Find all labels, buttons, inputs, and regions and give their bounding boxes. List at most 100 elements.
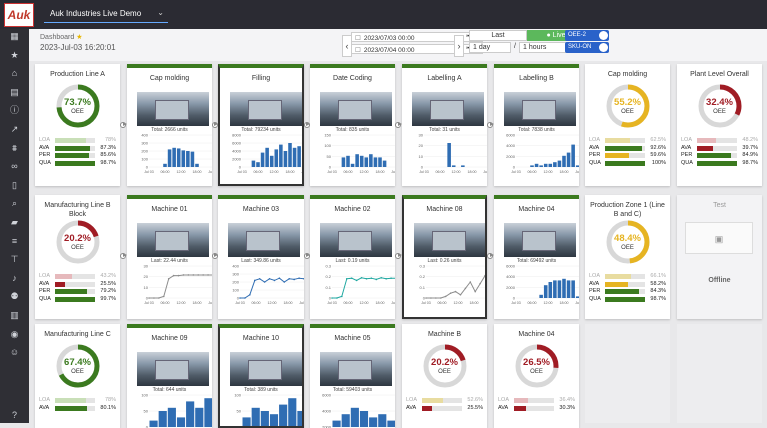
period-days-field[interactable]: 1 day (469, 42, 511, 53)
data-point (207, 274, 209, 276)
network-icon[interactable]: ⊤ (9, 254, 20, 265)
folder-icon[interactable]: ▰ (9, 217, 20, 228)
card-production-line-a[interactable]: Production Line A73.7%OEELOA78%AVA87.3%P… (35, 64, 120, 186)
card-manufacturing-line-b[interactable]: Manufacturing Line B Block20.2%OEELOA43.… (35, 195, 120, 319)
data-point (361, 277, 363, 279)
search-icon[interactable]: ⌕ (9, 198, 20, 209)
next-range-button[interactable]: › (454, 35, 464, 57)
y-tick-label: 4000 (322, 409, 332, 414)
bar (571, 280, 575, 298)
metric-row-per: PER59.6% (589, 152, 666, 159)
data-point (173, 275, 175, 277)
metric-value: 30.3% (553, 405, 575, 412)
x-tick-label: 18:00 (284, 301, 293, 305)
card-filling[interactable]: FillingTotal: 79234 units800060004000200… (218, 64, 304, 186)
machine-photo (228, 223, 300, 257)
x-tick-label: 18:00 (376, 170, 385, 174)
machine-body (522, 231, 556, 251)
bell-icon[interactable]: ♪ (9, 273, 20, 284)
y-tick-label: 10 (419, 154, 424, 159)
data-point (259, 278, 261, 280)
metric-fill (605, 146, 642, 151)
tenant-selector[interactable]: Auk Industries Live Demo⌄ (44, 5, 168, 23)
metric-key: LOA (589, 137, 604, 144)
user-icon[interactable]: ☺ (9, 347, 20, 358)
factory-icon[interactable]: ⌂ (9, 68, 20, 79)
card-machine-03[interactable]: Machine 03Last: 349.86 units400300200100… (218, 195, 304, 319)
card-title: Machine B (402, 330, 487, 339)
bar (387, 421, 395, 427)
card-cap-molding-2[interactable]: Cap molding55.2%OEELOA62.5%AVA92.6%PER59… (585, 64, 670, 186)
bar (530, 165, 534, 167)
card-plant-level-overall[interactable]: Plant Level Overall32.4%OEELOA48.2%AVA39… (677, 64, 762, 186)
x-tick-label: Jul 03 (144, 301, 154, 305)
y-tick-label: 0 (146, 165, 149, 170)
y-tick-label: 400 (232, 264, 239, 269)
empty-slot (677, 324, 762, 423)
card-machine-01[interactable]: Machine 01Last: 22.44 units3020100Jul 03… (127, 195, 212, 319)
card-manufacturing-line-c[interactable]: Manufacturing Line C67.4%OEELOA78%AVA80.… (35, 324, 120, 428)
metric-row-ava: AVA25.5% (39, 281, 116, 288)
bar (383, 161, 387, 167)
document-icon[interactable]: ▯ (9, 180, 20, 191)
sku-toggle[interactable]: SKU-ON (565, 42, 609, 53)
line-chart-icon[interactable]: ↗ (9, 124, 20, 135)
card-machine-02[interactable]: Machine 02Last: 0.19 units0.30.20.10Jul … (310, 195, 395, 319)
columns-icon[interactable]: ▥ (9, 310, 20, 321)
series-line (149, 275, 212, 298)
oee2-toggle[interactable]: OEE-2 (565, 30, 609, 41)
card-machine-10[interactable]: Machine 10Total: 389 units100500 (218, 324, 304, 428)
metric-fill (55, 153, 89, 158)
x-tick-label: 06:00 (252, 301, 261, 305)
palette-icon[interactable]: ◉ (9, 329, 20, 340)
camera-placeholder: ▣ (685, 222, 753, 254)
card-labelling-b[interactable]: Labelling BTotal: 7838 units600040002000… (494, 64, 579, 186)
y-tick-label: 0.1 (419, 285, 425, 290)
metric-bar (605, 289, 645, 294)
card-labelling-a[interactable]: Labelling ATotal: 31 units3020100Jul 030… (402, 64, 487, 186)
data-point (455, 291, 457, 293)
breadcrumb[interactable]: Dashboard ★ (40, 33, 82, 41)
metric-key: LOA (39, 273, 54, 280)
grid-icon[interactable]: ▦ (9, 31, 20, 42)
x-tick-label: 06:00 (344, 301, 353, 305)
y-tick-label: 2000 (232, 157, 242, 162)
card-title: Labelling B (494, 74, 579, 83)
flow-connector (215, 255, 217, 256)
table-icon[interactable]: ▤ (9, 87, 20, 98)
link-icon[interactable]: ∞ (9, 161, 20, 172)
info-icon[interactable]: ⓘ (9, 105, 20, 116)
x-tick-label: Jul 03 (511, 301, 521, 305)
y-tick-label: 4000 (232, 149, 242, 154)
bar (576, 165, 579, 167)
card-date-coding[interactable]: Date CodingTotal: 835 units150100500Jul … (310, 64, 395, 186)
x-tick-label: 06:00 (161, 301, 170, 305)
star-icon[interactable]: ★ (76, 34, 82, 41)
card-cap-molding-1[interactable]: Cap moldingTotal: 2666 units400300200100… (127, 64, 212, 186)
card-machine-04-a[interactable]: Machine 04Total: 69492 units600040002000… (494, 195, 579, 319)
users-icon[interactable]: ⚉ (9, 291, 20, 302)
metric-value: 85.6% (94, 152, 116, 159)
data-point (284, 281, 286, 283)
x-tick-label: 12:00 (544, 170, 553, 174)
auk-logo[interactable]: Auk (4, 3, 34, 27)
bar (553, 280, 557, 298)
data-point (163, 296, 165, 298)
metric-value: 59.6% (644, 152, 666, 159)
filter-icon[interactable]: ⩩ (9, 143, 20, 154)
card-test[interactable]: Test▣Offline (677, 195, 762, 319)
card-machine-05[interactable]: Machine 05Total: 59403 units600040002000 (310, 324, 395, 428)
help-icon[interactable]: ? (9, 410, 20, 421)
card-machine-09[interactable]: Machine 09Total: 644 units100500 (127, 324, 212, 428)
x-tick-label: 12:00 (177, 170, 186, 174)
card-machine-04-b[interactable]: Machine 0426.5%OEELOA36.4%AVA30.3% (494, 324, 579, 428)
star-icon[interactable]: ★ (9, 50, 20, 61)
list-icon[interactable]: ≡ (9, 236, 20, 247)
last-button[interactable]: Last (469, 30, 527, 41)
chart-svg: 3020100Jul 0306:0012:0018:00Jul 04 (133, 264, 212, 306)
bar (378, 414, 386, 427)
y-tick-label: 6000 (506, 133, 516, 138)
card-machine-08[interactable]: Machine 08Last: 0.26 units0.30.20.10Jul … (402, 195, 487, 319)
card-production-zone-1[interactable]: Production Zone 1 (Line B and C)48.4%OEE… (585, 195, 670, 319)
card-machine-b[interactable]: Machine B20.2%OEELOA52.6%AVA25.5% (402, 324, 487, 428)
